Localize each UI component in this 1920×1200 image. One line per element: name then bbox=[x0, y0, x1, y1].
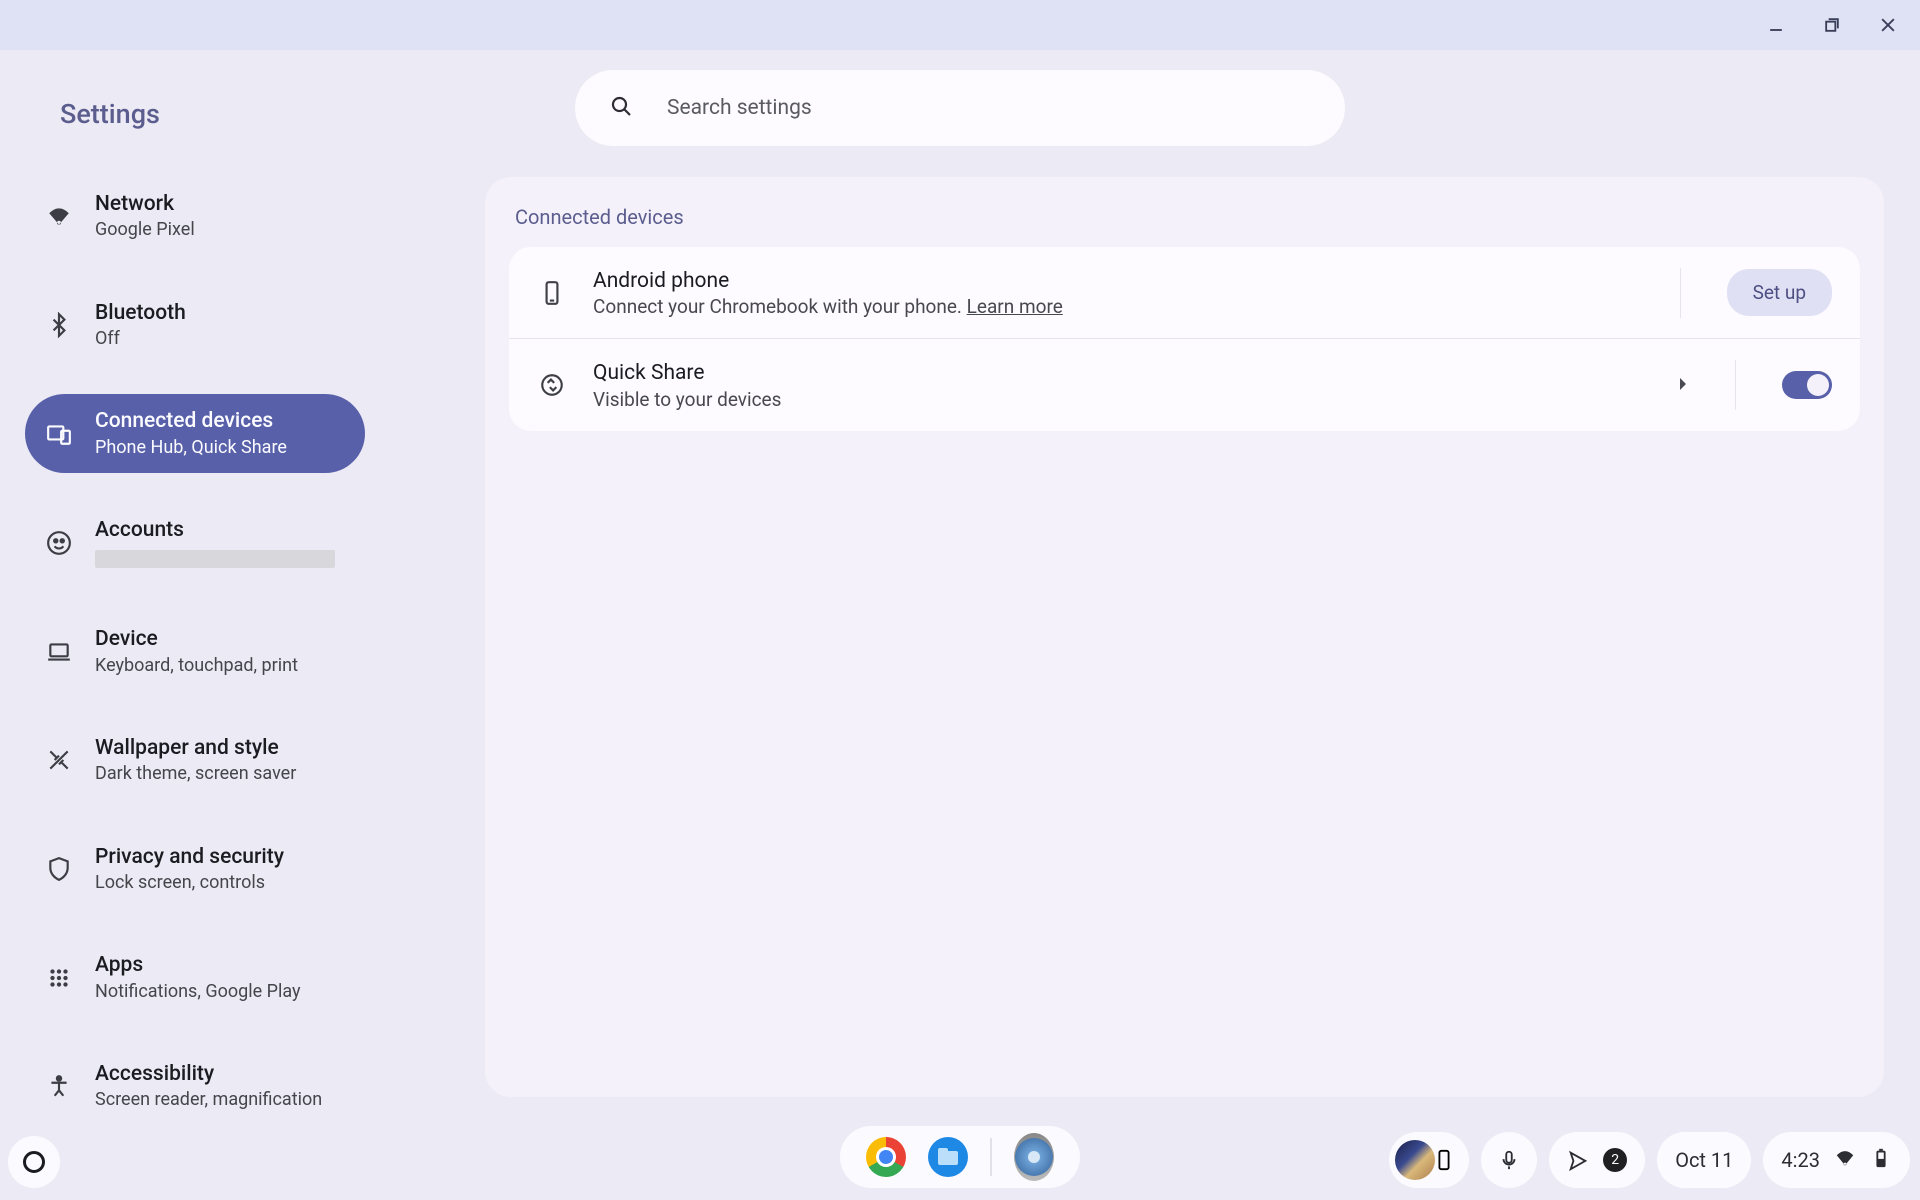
nav-item-subtitle: Off bbox=[95, 327, 186, 350]
nav-item-wallpaper-style[interactable]: Wallpaper and style Dark theme, screen s… bbox=[25, 721, 365, 800]
account-icon bbox=[45, 530, 73, 556]
nav-item-subtitle: Keyboard, touchpad, print bbox=[95, 654, 298, 677]
quick-share-row[interactable]: Quick Share Visible to your devices bbox=[509, 338, 1860, 430]
shelf-status-area: 2 Oct 11 4:23 bbox=[1389, 1132, 1910, 1188]
nav-item-accounts[interactable]: Accounts bbox=[25, 503, 365, 582]
nav-item-title: Network bbox=[95, 191, 195, 218]
notification-badge: 2 bbox=[1603, 1148, 1627, 1172]
nav-item-title: Accessibility bbox=[95, 1061, 322, 1088]
nav-item-accessibility[interactable]: Accessibility Screen reader, magnificati… bbox=[25, 1047, 365, 1112]
main-content: Connected devices Android phone Connect … bbox=[485, 155, 1920, 1112]
calendar-tray[interactable]: Oct 11 bbox=[1657, 1132, 1751, 1188]
laptop-icon bbox=[45, 639, 73, 665]
nav-item-title: Connected devices bbox=[95, 408, 287, 435]
window-restore-button[interactable] bbox=[1818, 11, 1846, 39]
nav-item-subtitle: Google Pixel bbox=[95, 218, 195, 241]
shelf-time: 4:23 bbox=[1781, 1148, 1820, 1172]
notification-tray[interactable]: 2 bbox=[1549, 1132, 1645, 1188]
nav-item-apps[interactable]: Apps Notifications, Google Play bbox=[25, 938, 365, 1017]
settings-app-icon[interactable] bbox=[1014, 1137, 1054, 1177]
wifi-icon bbox=[45, 203, 73, 229]
wifi-status-icon bbox=[1834, 1147, 1856, 1174]
search-input[interactable] bbox=[665, 95, 1311, 121]
redacted-subtitle bbox=[95, 550, 335, 568]
nav-item-subtitle: Screen reader, magnification bbox=[95, 1088, 322, 1111]
shelf: 2 Oct 11 4:23 bbox=[0, 1112, 1920, 1200]
files-app-icon[interactable] bbox=[928, 1137, 968, 1177]
app-title: Settings bbox=[60, 98, 160, 130]
row-title: Android phone bbox=[593, 267, 1634, 295]
avatar bbox=[1395, 1140, 1435, 1180]
quick-share-icon bbox=[537, 372, 567, 398]
phone-icon bbox=[537, 280, 567, 306]
apps-icon bbox=[45, 965, 73, 991]
set-up-button[interactable]: Set up bbox=[1727, 269, 1832, 316]
dictation-button[interactable] bbox=[1481, 1132, 1537, 1188]
phone-hub-tray[interactable] bbox=[1389, 1132, 1469, 1188]
bluetooth-icon bbox=[45, 312, 73, 338]
chrome-app-icon[interactable] bbox=[866, 1137, 906, 1177]
palette-icon bbox=[45, 747, 73, 773]
window-titlebar bbox=[0, 0, 1920, 50]
dock-divider bbox=[990, 1138, 992, 1176]
nav-item-subtitle: Lock screen, controls bbox=[95, 871, 284, 894]
status-tray[interactable]: 4:23 bbox=[1763, 1132, 1910, 1188]
launcher-button[interactable] bbox=[8, 1136, 60, 1188]
window-close-button[interactable] bbox=[1874, 11, 1902, 39]
nav-item-subtitle: Phone Hub, Quick Share bbox=[95, 436, 287, 459]
nav-item-title: Privacy and security bbox=[95, 844, 284, 871]
separator bbox=[1680, 268, 1681, 318]
nav-item-subtitle: Notifications, Google Play bbox=[95, 980, 301, 1003]
chevron-right-icon bbox=[1677, 376, 1689, 395]
nav-item-title: Bluetooth bbox=[95, 300, 186, 327]
quick-share-toggle[interactable] bbox=[1782, 371, 1832, 399]
android-phone-row: Android phone Connect your Chromebook wi… bbox=[509, 247, 1860, 338]
shelf-dock bbox=[840, 1126, 1080, 1188]
nav-item-connected-devices[interactable]: Connected devices Phone Hub, Quick Share bbox=[25, 394, 365, 473]
separator bbox=[1735, 360, 1736, 410]
battery-status-icon bbox=[1870, 1147, 1892, 1174]
learn-more-link[interactable]: Learn more bbox=[967, 295, 1063, 318]
header: Settings bbox=[0, 50, 1920, 155]
shield-icon bbox=[45, 856, 73, 882]
connected-devices-card: Android phone Connect your Chromebook wi… bbox=[509, 247, 1860, 431]
accessibility-icon bbox=[45, 1073, 73, 1099]
row-desc-text: Connect your Chromebook with your phone. bbox=[593, 295, 967, 318]
shelf-date: Oct 11 bbox=[1675, 1148, 1733, 1172]
sidebar: Network Google Pixel Bluetooth Off Conne… bbox=[0, 155, 485, 1112]
row-description: Connect your Chromebook with your phone.… bbox=[593, 295, 1634, 318]
row-title: Quick Share bbox=[593, 359, 1651, 387]
nav-item-title: Wallpaper and style bbox=[95, 735, 296, 762]
settings-panel: Connected devices Android phone Connect … bbox=[485, 177, 1884, 1097]
devices-icon bbox=[45, 421, 73, 447]
window-minimize-button[interactable] bbox=[1762, 11, 1790, 39]
row-description: Visible to your devices bbox=[593, 388, 1651, 411]
search-bar[interactable] bbox=[575, 70, 1345, 146]
nav-item-title: Accounts bbox=[95, 517, 335, 544]
nav-item-bluetooth[interactable]: Bluetooth Off bbox=[25, 286, 365, 365]
nav-item-title: Apps bbox=[95, 952, 301, 979]
nav-item-privacy-security[interactable]: Privacy and security Lock screen, contro… bbox=[25, 830, 365, 909]
nav-item-subtitle: Dark theme, screen saver bbox=[95, 762, 296, 785]
search-icon bbox=[609, 94, 633, 122]
nav-item-title: Device bbox=[95, 626, 298, 653]
panel-heading: Connected devices bbox=[515, 205, 1860, 229]
nav-item-device[interactable]: Device Keyboard, touchpad, print bbox=[25, 612, 365, 691]
nav-item-network[interactable]: Network Google Pixel bbox=[25, 177, 365, 256]
